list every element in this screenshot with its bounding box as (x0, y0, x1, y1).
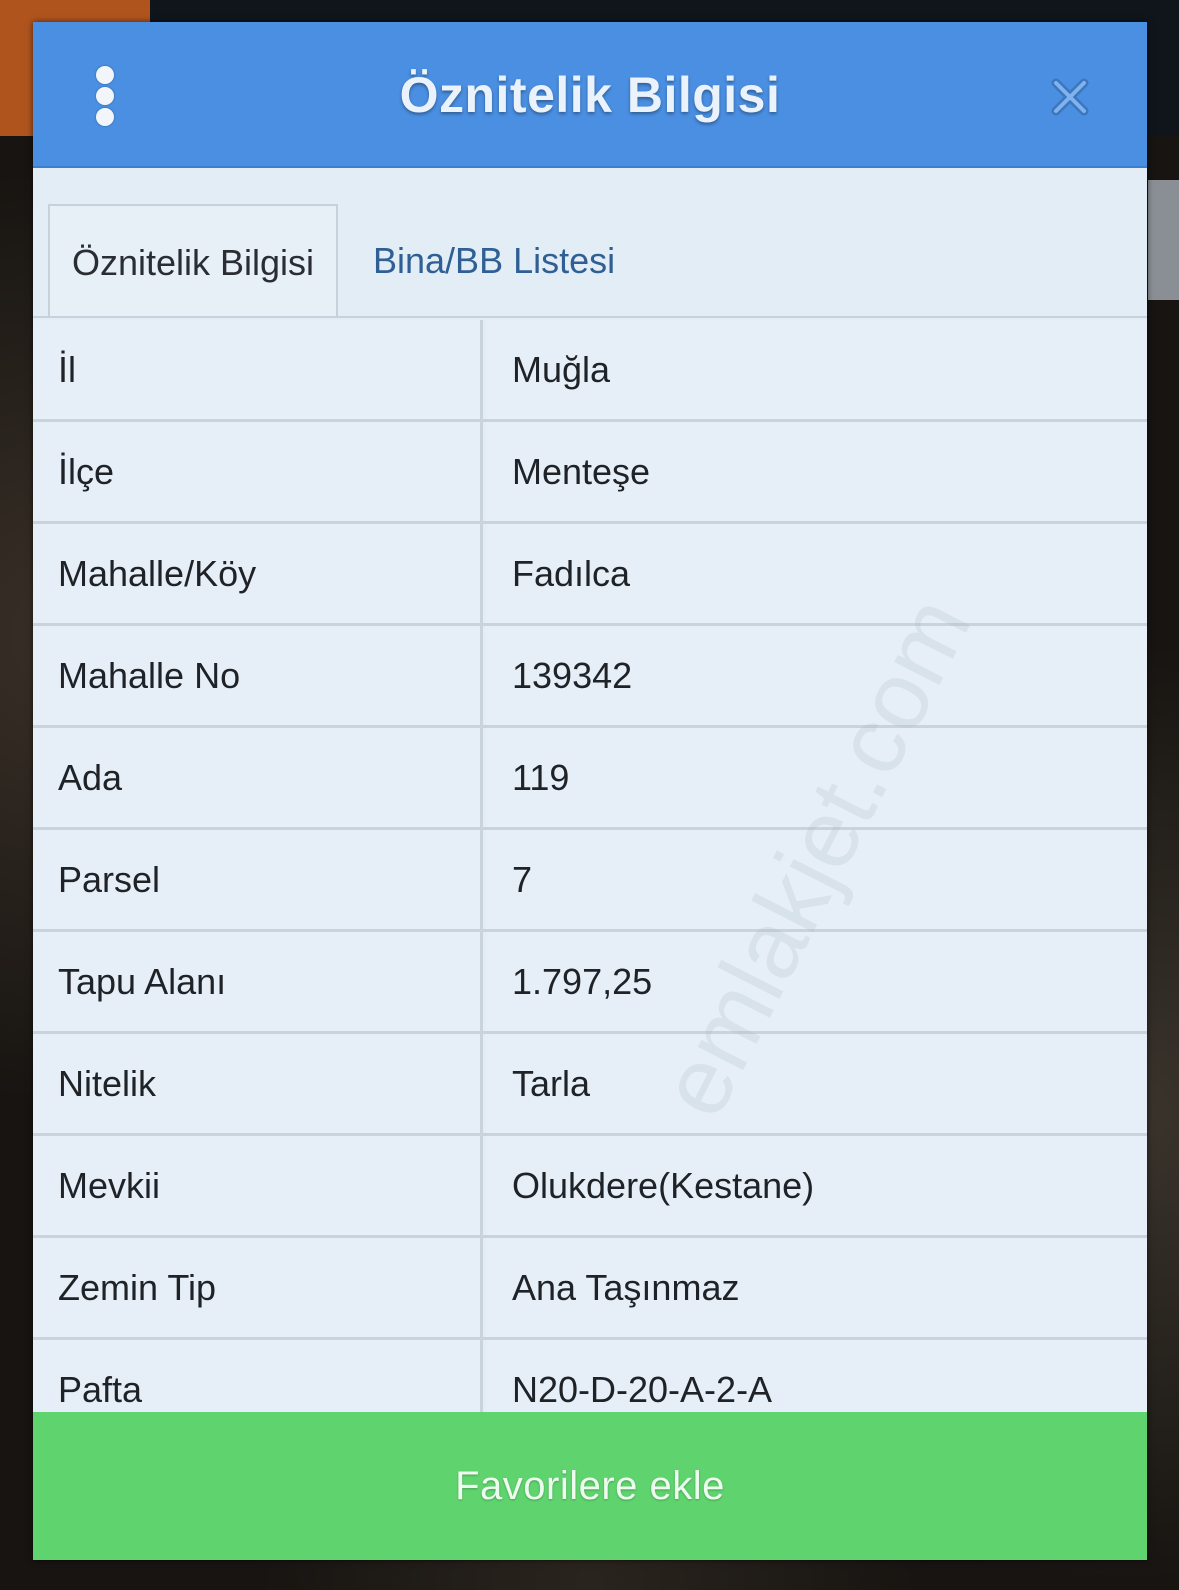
attribute-info-dialog: Öznitelik Bilgisi Öznitelik Bilgisi Bina… (33, 22, 1147, 1560)
row-value: Tarla (486, 1034, 1147, 1133)
table-row: Parsel 7 (33, 830, 1147, 932)
tab-bar: Öznitelik Bilgisi Bina/BB Listesi (33, 168, 1147, 318)
row-label: Ada (33, 728, 483, 827)
table-row: İl Muğla (33, 320, 1147, 422)
row-value: 1.797,25 (486, 932, 1147, 1031)
row-label: Tapu Alanı (33, 932, 483, 1031)
table-row: Tapu Alanı 1.797,25 (33, 932, 1147, 1034)
row-label: Parsel (33, 830, 483, 929)
row-value: Olukdere(Kestane) (486, 1136, 1147, 1235)
row-value: Fadılca (486, 524, 1147, 623)
row-label: Mevkii (33, 1136, 483, 1235)
dialog-header: Öznitelik Bilgisi (33, 22, 1147, 168)
row-label: İlçe (33, 422, 483, 521)
table-row: Ada 119 (33, 728, 1147, 830)
dialog-title: Öznitelik Bilgisi (399, 67, 781, 123)
row-value: Muğla (486, 320, 1147, 419)
row-value: 139342 (486, 626, 1147, 725)
row-value: Ana Taşınmaz (486, 1238, 1147, 1337)
scrollbar-thumb[interactable] (1148, 180, 1179, 300)
table-row: Mevkii Olukdere(Kestane) (33, 1136, 1147, 1238)
row-value: 119 (486, 728, 1147, 827)
tab-divider (33, 316, 1147, 318)
row-value: Menteşe (486, 422, 1147, 521)
row-label: Nitelik (33, 1034, 483, 1133)
table-row: Zemin Tip Ana Taşınmaz (33, 1238, 1147, 1340)
attribute-table: İl Muğla İlçe Menteşe Mahalle/Köy Fadılca Maha… (33, 320, 1147, 1442)
table-row: Nitelik Tarla (33, 1034, 1147, 1136)
row-label: Mahalle No (33, 626, 483, 725)
tab-attribute-info[interactable]: Öznitelik Bilgisi (48, 204, 338, 318)
table-row: İlçe Menteşe (33, 422, 1147, 524)
add-to-favorites-button[interactable]: Favorilere ekle (33, 1412, 1147, 1560)
row-label: İl (33, 320, 483, 419)
row-label: Mahalle/Köy (33, 524, 483, 623)
close-icon[interactable] (1047, 74, 1093, 120)
table-row: Mahalle No 139342 (33, 626, 1147, 728)
row-value: 7 (486, 830, 1147, 929)
table-row: Mahalle/Köy Fadılca (33, 524, 1147, 626)
row-label: Zemin Tip (33, 1238, 483, 1337)
tab-building-list[interactable]: Bina/BB Listesi (373, 204, 615, 318)
